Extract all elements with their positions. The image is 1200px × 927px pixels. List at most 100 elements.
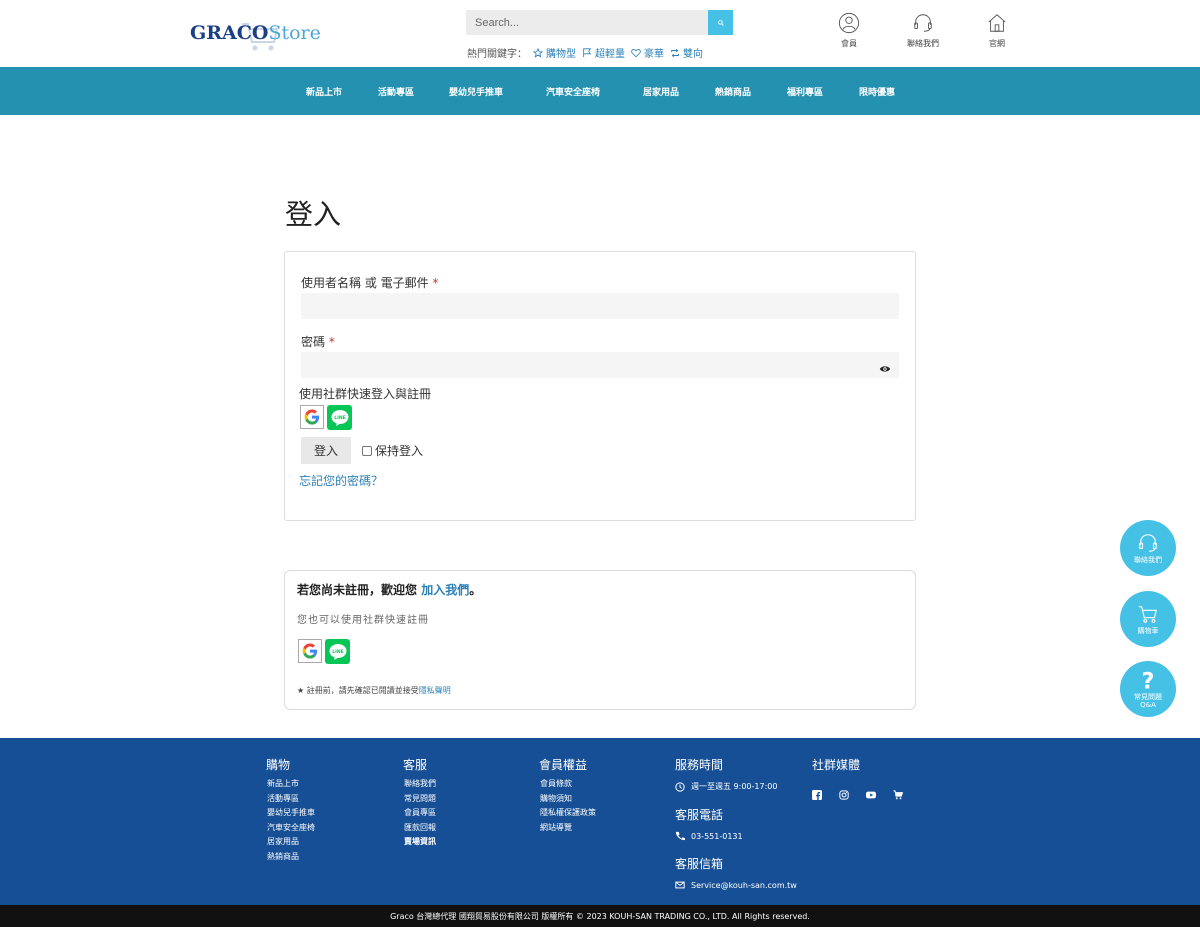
footer-link[interactable]: 隱私權保護政策 — [540, 806, 596, 821]
hot-keyword-shopping[interactable]: 購物型 — [533, 45, 576, 60]
social-login-label: 使用社群快速登入與註冊 — [299, 387, 432, 401]
svg-text:?: ? — [1142, 669, 1155, 691]
footer-link[interactable]: 會員專區 — [404, 806, 436, 821]
footer-link[interactable]: 會員條款 — [540, 777, 596, 792]
hot-keyword-luxury[interactable]: 豪華 — [631, 45, 664, 60]
hot-keyword-bidirectional[interactable]: 雙向 — [670, 45, 703, 60]
headset-icon — [914, 14, 932, 32]
svg-text:LINE: LINE — [332, 649, 343, 655]
forgot-password-link[interactable]: 忘記您的密碼？ — [299, 472, 383, 489]
footer-heading: 會員權益 — [539, 758, 588, 772]
nav-item-welfare[interactable]: 福利專區 — [787, 85, 859, 98]
logo-main-text: GRACO — [190, 22, 269, 44]
star-icon — [533, 47, 543, 58]
login-button[interactable]: 登入 — [301, 437, 351, 464]
cart-icon — [893, 790, 904, 800]
nav-item-limited[interactable]: 限時優惠 — [859, 85, 931, 98]
footer-link[interactable]: 熱銷商品 — [267, 850, 315, 865]
footer-link[interactable]: 匯款回報 — [404, 821, 436, 836]
nav-item-new[interactable]: 新品上市 — [306, 85, 378, 98]
footer-social-column: 社群媒體 — [812, 756, 904, 804]
register-box: 若您尚未註冊，歡迎您 加入我們。 您也可以使用社群快速註冊 LINE ★ 註冊前… — [284, 570, 916, 710]
search-input[interactable] — [466, 10, 708, 35]
svg-text:LINE: LINE — [334, 415, 345, 421]
hot-keyword-light[interactable]: 超輕量 — [582, 45, 625, 60]
official-site-link[interactable]: 官網 — [960, 12, 1034, 49]
footer-link[interactable]: 賣場資訊 — [404, 835, 436, 850]
main-nav: 新品上市 活動專區 嬰幼兒手推車 汽車安全座椅 居家用品 熱銷商品 福利專區 限… — [0, 67, 1200, 115]
footer-service-column: 客服 聯絡我們 常見問題 會員專區 匯款回報 賣場資訊 — [403, 756, 436, 850]
youtube-icon — [866, 791, 876, 799]
nav-item-home[interactable]: 居家用品 — [643, 85, 715, 98]
google-register-button[interactable] — [298, 639, 322, 663]
footer-link[interactable]: 活動專區 — [267, 792, 315, 807]
footer-link[interactable]: 常見問題 — [404, 792, 436, 807]
copyright: Graco 台灣總代理 國翔貿易股份有限公司 版權所有 © 2023 KOUH-… — [0, 905, 1200, 927]
footer-heading: 社群媒體 — [812, 758, 861, 772]
shop-link[interactable] — [893, 785, 904, 804]
privacy-link[interactable]: 隱私聲明 — [419, 686, 451, 695]
search-bar — [466, 10, 733, 35]
instagram-link[interactable] — [839, 785, 849, 804]
instagram-icon — [839, 790, 849, 800]
float-cart-button[interactable]: 購物車 — [1120, 591, 1176, 647]
hot-keywords: 熱門關鍵字： 購物型 超輕量 豪華 雙向 — [467, 45, 703, 60]
login-form: 使用者名稱 或 電子郵件 * 密碼 * 使用社群快速登入與註冊 LINE 登入 … — [284, 251, 916, 521]
header: GRACOStore 熱門關鍵字： 購物型 超輕量 豪華 雙向 會員 — [0, 0, 1200, 67]
google-icon — [304, 409, 320, 425]
youtube-link[interactable] — [866, 785, 876, 804]
header-icon-links: 會員 聯絡我們 官網 — [812, 12, 1034, 49]
service-email: Service@kouh-san.com.tw — [675, 880, 797, 890]
line-register-button[interactable]: LINE — [325, 639, 350, 664]
phone-icon — [675, 831, 685, 841]
search-button[interactable] — [708, 10, 733, 35]
float-faq-button[interactable]: ? 常見問題 Q&A — [1120, 661, 1176, 717]
facebook-link[interactable] — [812, 785, 822, 804]
privacy-note: ★ 註冊前，請先確認已閱讀並接受隱私聲明 — [297, 686, 451, 695]
float-contact-button[interactable]: 聯絡我們 — [1120, 520, 1176, 576]
username-label: 使用者名稱 或 電子郵件 * — [301, 276, 439, 290]
nav-item-events[interactable]: 活動專區 — [378, 85, 449, 98]
nav-item-car-seats[interactable]: 汽車安全座椅 — [546, 85, 643, 98]
password-label: 密碼 * — [301, 335, 335, 349]
envelope-icon — [675, 881, 685, 889]
footer-link[interactable]: 網站導覽 — [540, 821, 596, 836]
footer-link[interactable]: 新品上市 — [267, 777, 315, 792]
email-link[interactable]: Service@kouh-san.com.tw — [691, 881, 797, 890]
cart-icon — [1138, 605, 1157, 623]
footer-heading: 客服電話 — [675, 808, 724, 822]
remember-me[interactable]: 保持登入 — [362, 442, 423, 459]
clock-icon — [675, 781, 685, 792]
nav-item-strollers[interactable]: 嬰幼兒手推車 — [449, 85, 546, 98]
nav-item-bestsellers[interactable]: 熱銷商品 — [715, 85, 787, 98]
remember-me-checkbox[interactable] — [362, 445, 372, 456]
retweet-icon — [671, 48, 679, 57]
username-input[interactable] — [301, 293, 899, 319]
line-login-button[interactable]: LINE — [327, 405, 352, 430]
register-subtitle: 您也可以使用社群快速註冊 — [297, 615, 429, 626]
service-hours: 週一至週五 9:00-17:00 — [675, 781, 797, 792]
footer-link[interactable]: 購物須知 — [540, 792, 596, 807]
footer-link[interactable]: 聯絡我們 — [404, 777, 436, 792]
headset-icon — [1139, 533, 1157, 552]
password-input[interactable] — [301, 352, 899, 378]
google-login-button[interactable] — [300, 405, 324, 429]
join-us-link[interactable]: 加入我們 — [421, 583, 469, 597]
facebook-icon — [812, 790, 822, 800]
remember-me-label: 保持登入 — [375, 444, 424, 458]
footer-heading: 服務時間 — [675, 758, 724, 772]
contact-link[interactable]: 聯絡我們 — [886, 12, 960, 49]
social-media-icons — [812, 785, 904, 804]
logo[interactable]: GRACOStore — [190, 18, 321, 54]
eye-icon[interactable] — [879, 364, 891, 374]
social-register-buttons: LINE — [298, 639, 350, 664]
line-icon: LINE — [329, 643, 346, 660]
footer-link[interactable]: 汽車安全座椅 — [267, 821, 315, 836]
member-link[interactable]: 會員 — [812, 12, 886, 49]
hot-keywords-label: 熱門關鍵字： — [467, 49, 527, 60]
footer-link[interactable]: 嬰幼兒手推車 — [267, 806, 315, 821]
google-icon — [302, 643, 318, 659]
required-mark: * — [328, 335, 335, 349]
footer-heading: 購物 — [266, 758, 291, 772]
footer-link[interactable]: 居家用品 — [267, 835, 315, 850]
